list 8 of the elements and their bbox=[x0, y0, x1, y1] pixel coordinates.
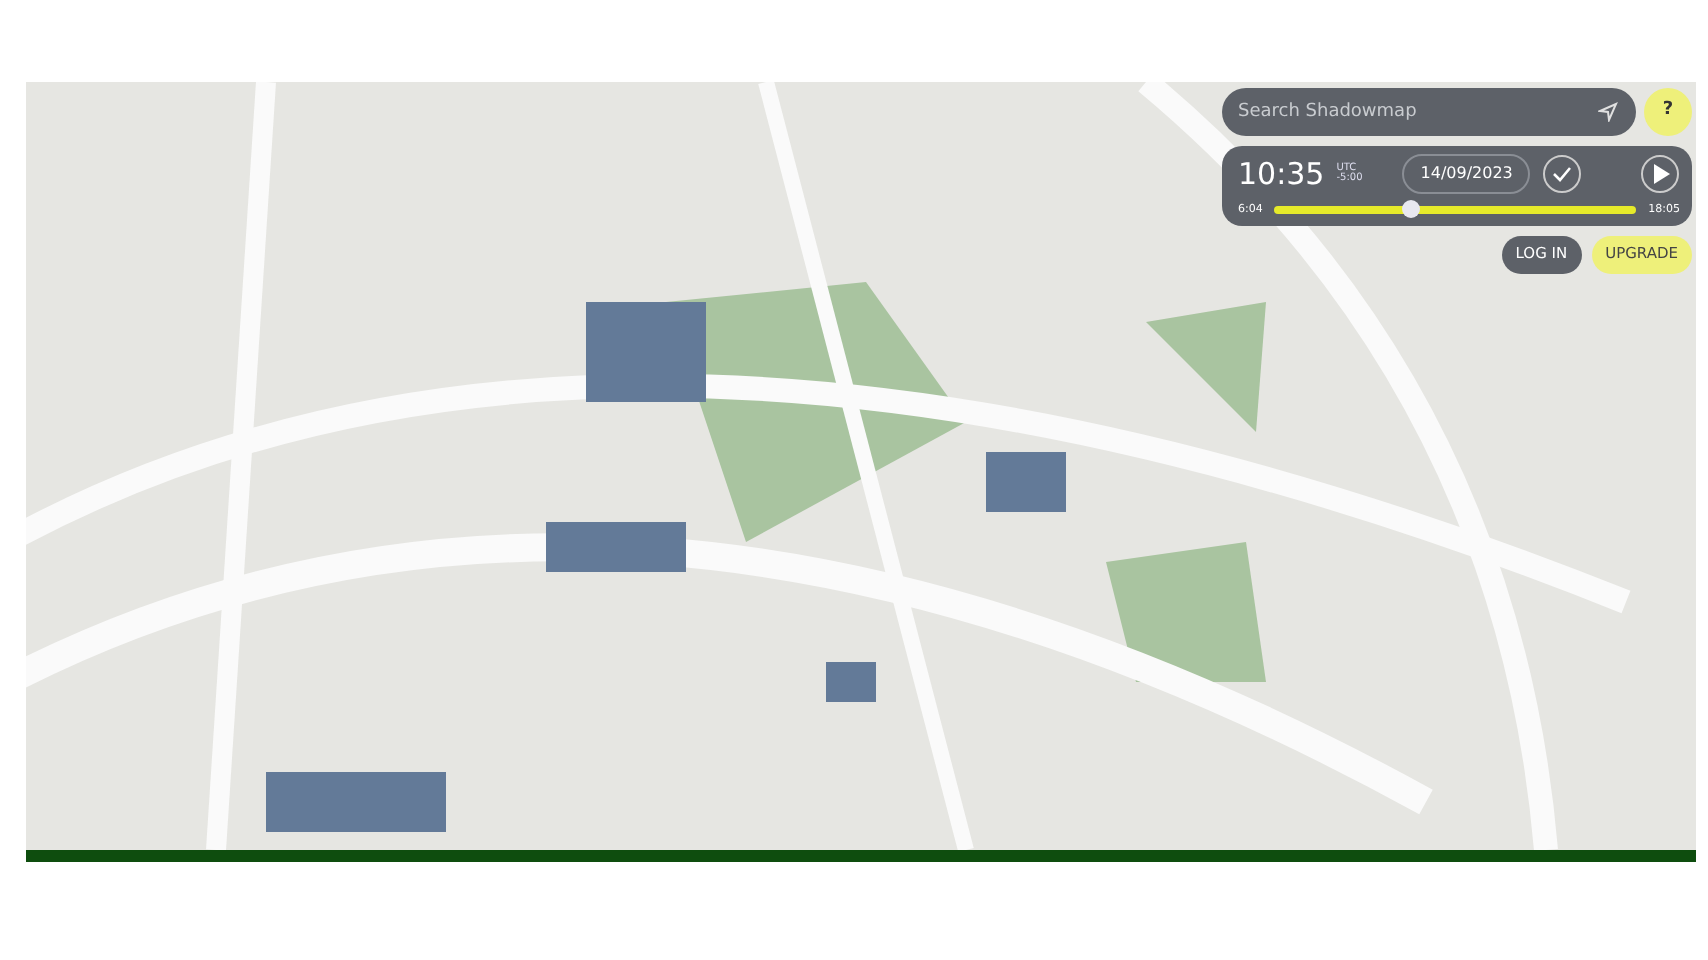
check-icon[interactable] bbox=[1542, 154, 1583, 194]
time-display: 10:35 bbox=[1238, 159, 1325, 189]
slider-thumb[interactable] bbox=[1402, 200, 1421, 219]
time-slider-track[interactable] bbox=[1274, 206, 1637, 215]
play-icon[interactable] bbox=[1640, 154, 1680, 194]
location-arrow-icon[interactable] bbox=[1598, 102, 1618, 122]
search-field[interactable]: Search Shadowmap bbox=[1222, 88, 1636, 136]
date-button[interactable]: 14/09/2023 bbox=[1402, 154, 1531, 194]
